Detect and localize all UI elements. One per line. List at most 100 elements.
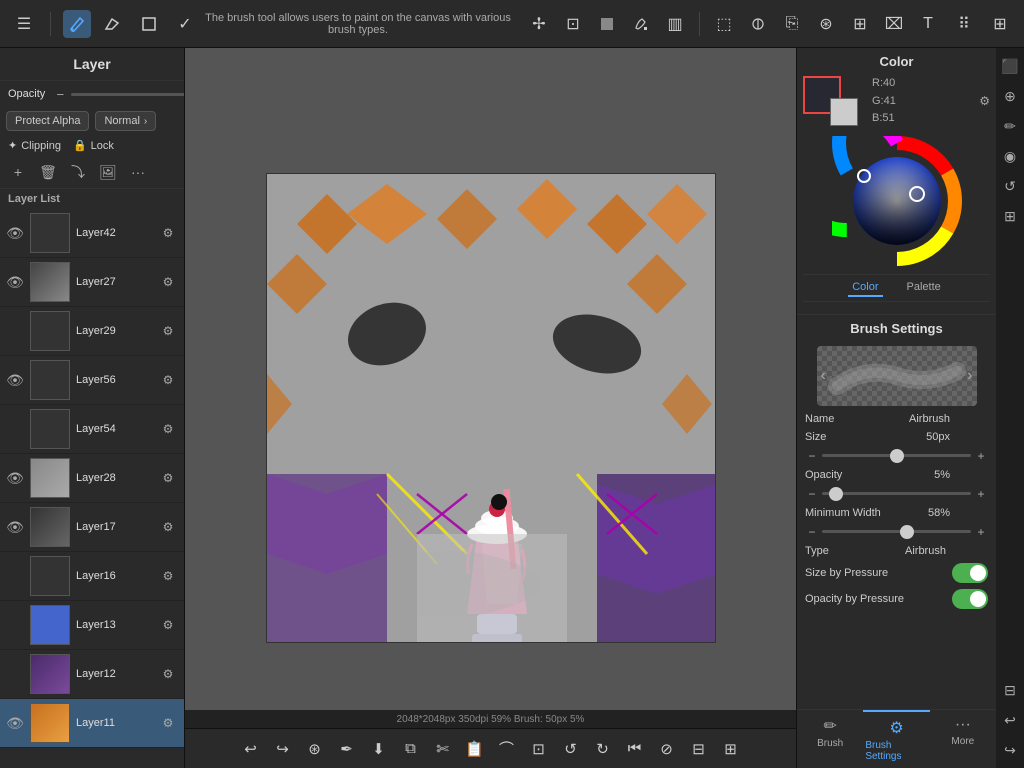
redo-button[interactable]: ↪	[269, 735, 297, 763]
canvas-area[interactable]: 2048*2048px 350dpi 59% Brush: 50px 5% ↩ …	[185, 48, 796, 768]
gradient-icon[interactable]: ▥	[661, 10, 689, 38]
pen-button[interactable]: ✒	[333, 735, 361, 763]
merge-layer-button[interactable]: ⤵	[66, 160, 90, 184]
layer-item-layer12[interactable]: Layer12⚙	[0, 650, 184, 699]
delete-layer-button[interactable]: 🗑	[36, 160, 60, 184]
layer-visibility-layer12[interactable]	[6, 665, 24, 683]
image-layer-button[interactable]: 🖼	[96, 160, 120, 184]
size-plus[interactable]: +	[974, 449, 988, 463]
layer-item-layer54[interactable]: Layer54⚙	[0, 405, 184, 454]
layer-settings-layer29[interactable]: ⚙	[158, 321, 178, 341]
tab-palette[interactable]: Palette	[903, 279, 945, 297]
adjust-button[interactable]: ⊟	[685, 735, 713, 763]
eraser-tool-icon[interactable]	[99, 10, 127, 38]
selection-wand-button[interactable]: ⊛	[301, 735, 329, 763]
brush-next-button[interactable]: ›	[967, 367, 972, 385]
layer-settings-layer12[interactable]: ⚙	[158, 664, 178, 684]
layer-settings-layer16[interactable]: ⚙	[158, 566, 178, 586]
panel-adjust-icon[interactable]: ⊕	[998, 84, 1022, 108]
layer-visibility-layer56[interactable]: 👁	[6, 371, 24, 389]
transform2-button[interactable]: ⊡	[525, 735, 553, 763]
layer-settings-layer13[interactable]: ⚙	[158, 615, 178, 635]
layer-settings-layer54[interactable]: ⚙	[158, 419, 178, 439]
layer-item-layer16[interactable]: Layer16⚙	[0, 552, 184, 601]
layer-visibility-layer29[interactable]	[6, 322, 24, 340]
transform-icon[interactable]: ⊡	[559, 10, 587, 38]
panel-layers-icon[interactable]: ⬛	[998, 54, 1022, 78]
layer-item-layer29[interactable]: Layer29⚙	[0, 307, 184, 356]
layer-item-layer42[interactable]: 👁Layer42⚙	[0, 209, 184, 258]
size-by-pressure-toggle[interactable]	[952, 563, 988, 583]
deselect-button[interactable]: ⊘	[653, 735, 681, 763]
paint-bucket-icon[interactable]	[627, 10, 655, 38]
layer-visibility-layer17[interactable]: 👁	[6, 518, 24, 536]
layer-settings-layer27[interactable]: ⚙	[158, 272, 178, 292]
copy2-icon[interactable]: ⊞	[846, 10, 874, 38]
opacity-minus2[interactable]: −	[805, 487, 819, 501]
layers-icon[interactable]: ⠿	[950, 10, 978, 38]
brush-tool-icon[interactable]	[63, 10, 91, 38]
panel-history-icon[interactable]: ↺	[998, 174, 1022, 198]
opacity-slider-input[interactable]	[822, 492, 971, 495]
blend-mode-button[interactable]: Normal ›	[95, 111, 156, 131]
footer-tab-brush[interactable]: ✏ Brush	[797, 710, 863, 768]
layer-visibility-layer13[interactable]	[6, 616, 24, 634]
layer-item-layer56[interactable]: 👁Layer56⚙	[0, 356, 184, 405]
footer-tab-brush-settings[interactable]: ⚙ Brush Settings	[863, 710, 929, 768]
layer-settings-layer28[interactable]: ⚙	[158, 468, 178, 488]
clipboard-button[interactable]: 📋	[461, 735, 489, 763]
layer-visibility-layer11[interactable]: 👁	[6, 714, 24, 732]
move-icon[interactable]: ✢	[525, 10, 553, 38]
secondary-color-swatch[interactable]	[830, 98, 858, 126]
more-layer-button[interactable]: ···	[126, 160, 150, 184]
rotate-cw-button[interactable]: ↻	[589, 735, 617, 763]
panel-redo-icon[interactable]: ↪	[998, 738, 1022, 762]
minwidth-slider-input[interactable]	[822, 530, 971, 533]
clipping-button[interactable]: ✦ Clipping	[8, 139, 61, 152]
color-wheel-container[interactable]	[832, 136, 962, 266]
panels-icon[interactable]: ⊞	[986, 10, 1014, 38]
clone-icon[interactable]: ⎘	[778, 10, 806, 38]
opacity-slider[interactable]	[71, 93, 185, 96]
layer-item-layer11[interactable]: 👁Layer11⚙	[0, 699, 184, 748]
size-slider-input[interactable]	[822, 454, 971, 457]
crop-icon[interactable]: ⌧	[880, 10, 908, 38]
panel-guide-icon[interactable]: ⊟	[998, 678, 1022, 702]
grid-button[interactable]: ⊞	[717, 735, 745, 763]
add-layer-button[interactable]: +	[6, 160, 30, 184]
layer-visibility-layer54[interactable]	[6, 420, 24, 438]
canvas-image[interactable]	[266, 173, 716, 643]
menu-icon[interactable]: ☰	[10, 10, 38, 38]
lasso2-button[interactable]: ⌒	[493, 735, 521, 763]
opacity-by-pressure-toggle[interactable]	[952, 589, 988, 609]
panel-brush-icon[interactable]: ✏	[998, 114, 1022, 138]
lock-button[interactable]: 🔒 Lock	[73, 139, 114, 152]
layer-settings-layer17[interactable]: ⚙	[158, 517, 178, 537]
rotate-ccw-button[interactable]: ↺	[557, 735, 585, 763]
layer-visibility-layer28[interactable]: 👁	[6, 469, 24, 487]
color-settings-icon[interactable]: ⚙	[979, 94, 990, 108]
opacity-minus[interactable]: −	[53, 87, 67, 101]
download-button[interactable]: ⬇	[365, 735, 393, 763]
dropper-icon[interactable]	[744, 10, 772, 38]
undo-button[interactable]: ↩	[237, 735, 265, 763]
layer-visibility-layer42[interactable]: 👁	[6, 224, 24, 242]
prev-frame-button[interactable]: ⏮	[621, 735, 649, 763]
layer-visibility-layer16[interactable]	[6, 567, 24, 585]
footer-tab-more[interactable]: ··· More	[930, 710, 996, 768]
checkmark-tool-icon[interactable]: ✓	[171, 10, 199, 38]
scissors-button[interactable]: ✄	[429, 735, 457, 763]
text-tool-icon[interactable]: T	[914, 10, 942, 38]
duplicate-button[interactable]: ⧉	[397, 735, 425, 763]
tab-color[interactable]: Color	[848, 279, 882, 297]
lasso-icon[interactable]: ⊛	[812, 10, 840, 38]
panel-ref-icon[interactable]: ⊞	[998, 204, 1022, 228]
panel-undo-icon[interactable]: ↩	[998, 708, 1022, 732]
layer-item-layer17[interactable]: 👁Layer17⚙	[0, 503, 184, 552]
selection-tool-icon[interactable]	[135, 10, 163, 38]
minwidth-plus[interactable]: +	[974, 525, 988, 539]
minwidth-minus[interactable]: −	[805, 525, 819, 539]
layer-settings-layer11[interactable]: ⚙	[158, 713, 178, 733]
layer-item-layer13[interactable]: Layer13⚙	[0, 601, 184, 650]
protect-alpha-button[interactable]: Protect Alpha	[6, 111, 89, 131]
